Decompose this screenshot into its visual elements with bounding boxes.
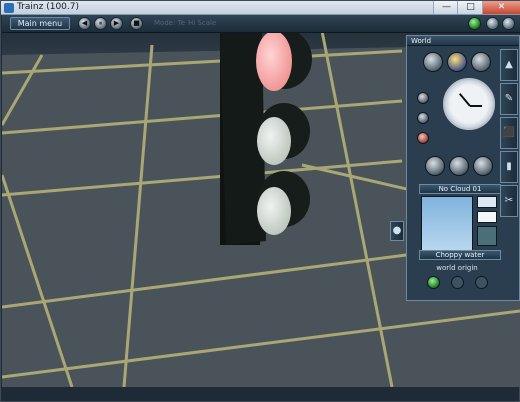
app-icon bbox=[4, 3, 14, 13]
wind-knob-icon[interactable] bbox=[423, 52, 443, 72]
window-version: (100.7) bbox=[46, 2, 79, 12]
world-origin-label: world origin bbox=[436, 264, 478, 272]
clock-minute-hand bbox=[470, 105, 482, 107]
swatch-1[interactable] bbox=[477, 196, 497, 208]
remove-icon[interactable] bbox=[417, 132, 429, 144]
weather-icon[interactable] bbox=[447, 52, 467, 72]
signal-lamp-yellow bbox=[257, 117, 291, 165]
clock-icon[interactable] bbox=[443, 78, 495, 130]
window-title-text: Trainz bbox=[17, 2, 44, 12]
title-bar: Trainz (100.7) — □ ✕ bbox=[1, 1, 520, 15]
time-icon[interactable] bbox=[471, 52, 491, 72]
snow-knob-icon[interactable] bbox=[473, 156, 493, 176]
mode-text: Mode: Te bbox=[154, 19, 186, 27]
swatch-2[interactable] bbox=[477, 211, 497, 223]
tool-button-4[interactable]: ■ bbox=[130, 17, 143, 30]
sky-preview bbox=[421, 196, 473, 254]
settings-icon[interactable] bbox=[502, 17, 515, 30]
tool-button-1[interactable]: ◀ bbox=[78, 17, 91, 30]
paint-tab-icon[interactable]: ▮ bbox=[500, 151, 518, 183]
origin-enable-button[interactable] bbox=[427, 276, 440, 289]
close-button[interactable]: ✕ bbox=[482, 1, 520, 14]
world-panel-title: World bbox=[407, 36, 519, 46]
traffic-signal[interactable] bbox=[220, 29, 312, 245]
add-icon[interactable] bbox=[417, 92, 429, 104]
help-icon[interactable] bbox=[486, 17, 499, 30]
collapse-tab-icon[interactable]: ● bbox=[390, 221, 404, 241]
signal-lamp-green bbox=[257, 187, 291, 235]
clock-hour-hand bbox=[458, 93, 471, 107]
minimize-button[interactable]: — bbox=[433, 1, 459, 14]
clock-adjust-icon[interactable] bbox=[417, 112, 429, 124]
trainz-window: Trainz (100.7) — □ ✕ Main menu ◀ ⏸ ▶ ■ M… bbox=[0, 0, 520, 402]
top-toolbar: Main menu ◀ ⏸ ▶ ■ Mode: Te Hi Scale bbox=[2, 15, 520, 33]
main-menu-button[interactable]: Main menu bbox=[10, 17, 70, 30]
track-tab-icon[interactable]: ✎ bbox=[500, 83, 518, 115]
tool-button-2[interactable]: ⏸ bbox=[94, 17, 107, 30]
object-tab-icon[interactable]: ⬛ bbox=[500, 117, 518, 149]
water-selector[interactable]: Choppy water bbox=[419, 250, 501, 260]
sun-knob-icon[interactable] bbox=[449, 156, 469, 176]
tool-button-3[interactable]: ▶ bbox=[110, 17, 123, 30]
signal-lamp-red bbox=[256, 31, 292, 91]
origin-reset-button[interactable] bbox=[475, 276, 488, 289]
swatch-3[interactable] bbox=[477, 226, 497, 246]
fog-knob-icon[interactable] bbox=[425, 156, 445, 176]
green-dot-icon[interactable] bbox=[468, 17, 481, 30]
scale-text: Hi Scale bbox=[188, 19, 217, 27]
3d-viewport[interactable]: Main menu ◀ ⏸ ▶ ■ Mode: Te Hi Scale Worl… bbox=[2, 15, 520, 387]
maximize-button[interactable]: □ bbox=[457, 1, 483, 14]
tools-tab-icon[interactable]: ✂ bbox=[500, 185, 518, 217]
terrain-tab-icon[interactable]: ▲ bbox=[500, 49, 518, 81]
cloud-selector[interactable]: No Cloud 01 bbox=[419, 184, 501, 194]
origin-move-button[interactable] bbox=[451, 276, 464, 289]
window-title: Trainz (100.7) bbox=[17, 2, 79, 12]
